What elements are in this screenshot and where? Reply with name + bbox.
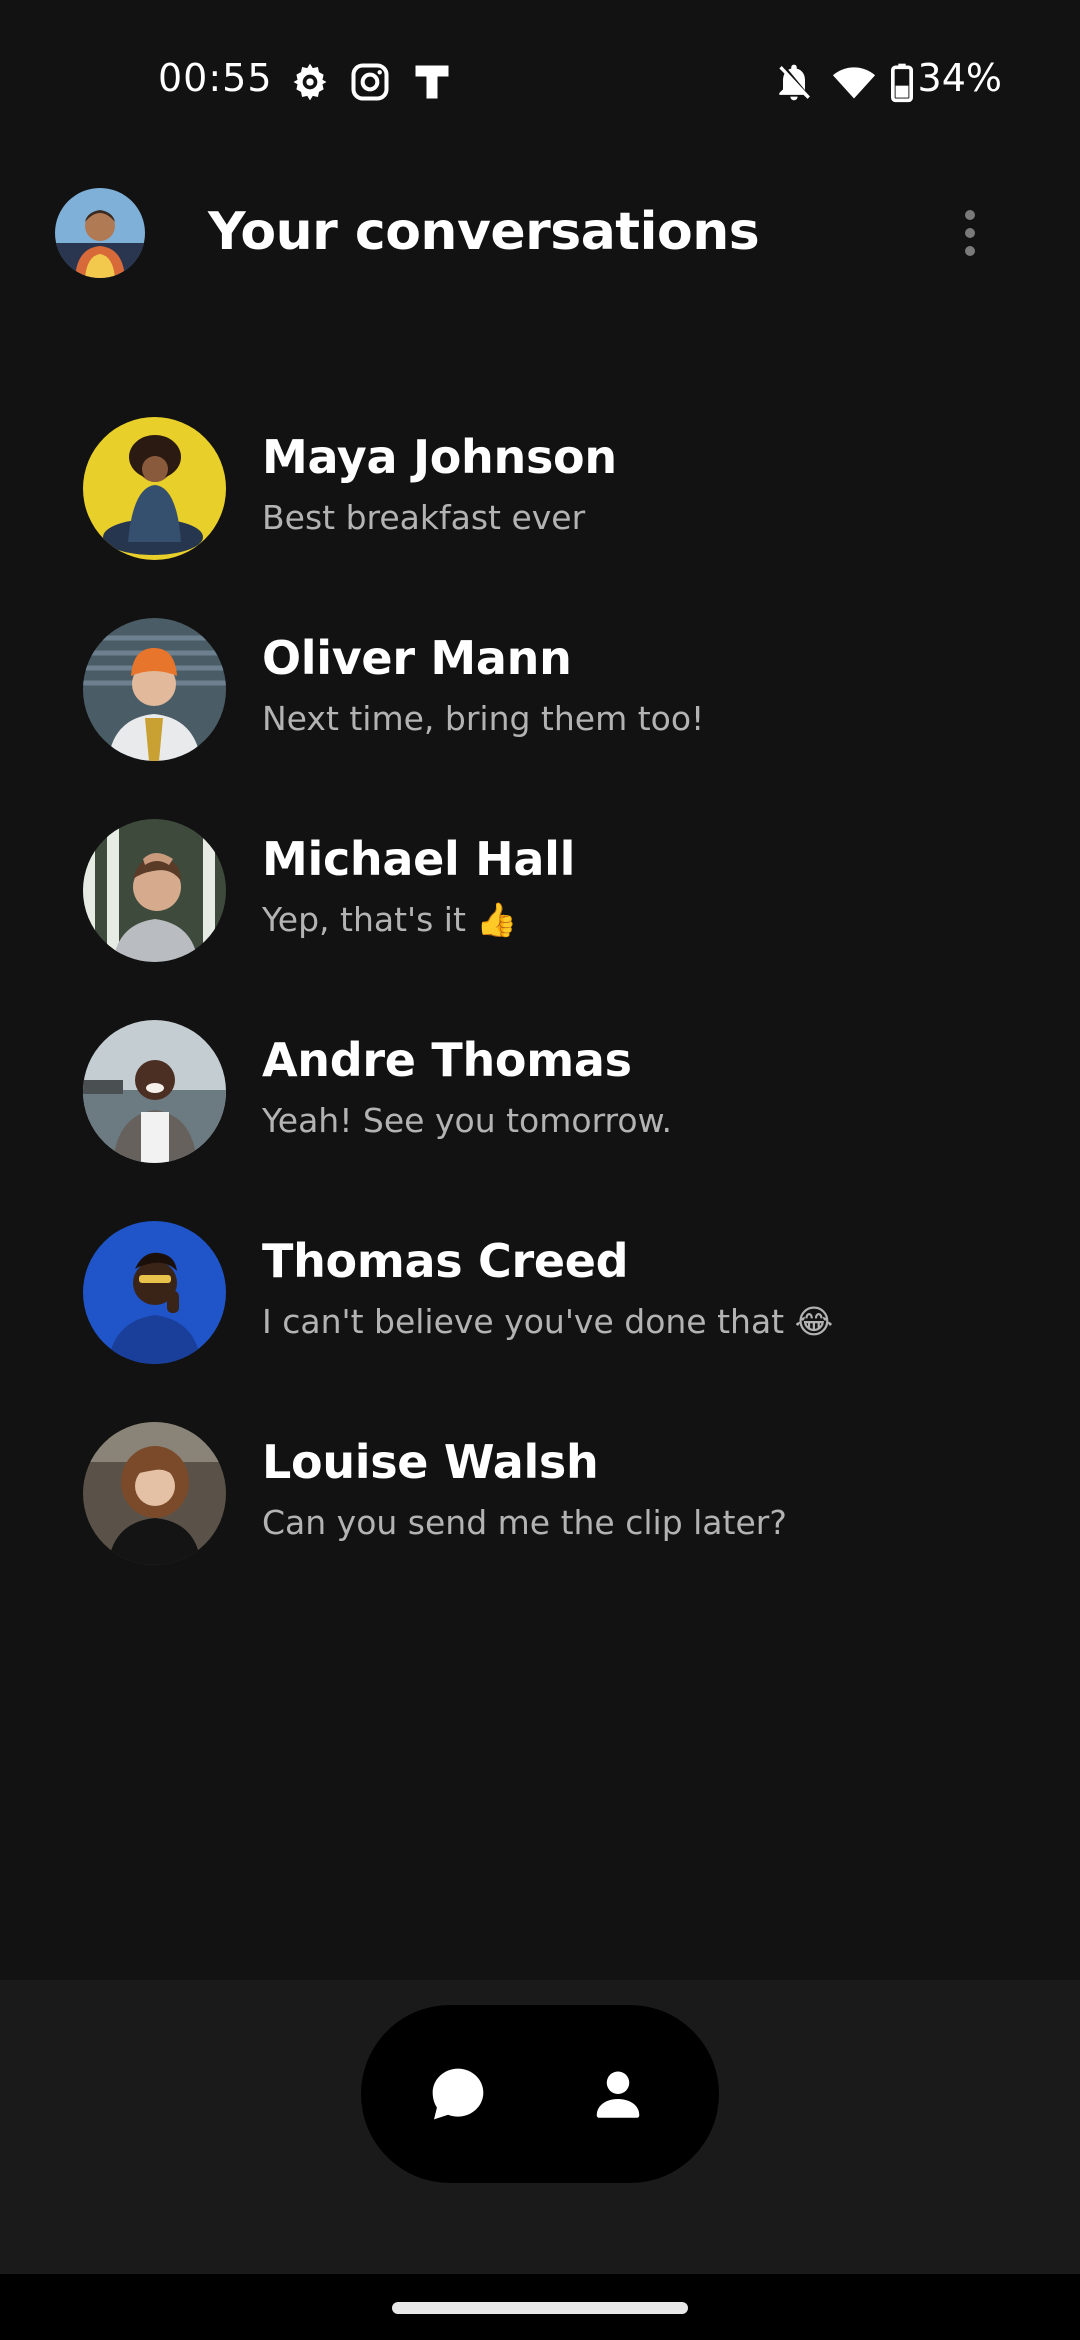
contact-avatar [83,1422,226,1565]
contact-name: Louise Walsh [262,1435,599,1489]
avatar-image [83,417,226,560]
battery-percent: 34% [917,56,1002,100]
contact-avatar [83,1020,226,1163]
page-title: Your conversations [208,202,760,262]
avatar-image [83,1020,226,1163]
status-bar: 00:55 34% [0,0,1080,165]
avatar-image [83,1422,226,1565]
system-gesture-area [0,2274,1080,2340]
home-gesture-handle[interactable] [392,2302,688,2314]
contact-avatar [83,819,226,962]
menu-dot [965,246,975,256]
message-preview: I can't believe you've done that 😂 [262,1302,834,1341]
avatar-image [83,819,226,962]
person-icon [596,2071,640,2118]
status-time: 00:55 [158,56,273,100]
conversation-item[interactable]: Michael Hall Yep, that's it 👍 [0,812,1080,992]
bottom-navigation [361,2005,719,2183]
profile-avatar-image [55,188,145,278]
t-app-icon [415,65,449,99]
wifi-icon [832,67,876,99]
chat-bubble-icon [432,2068,484,2120]
avatar-image [83,1221,226,1364]
message-preview: Next time, bring them too! [262,699,705,738]
chats-tab[interactable] [418,2054,498,2134]
conversation-item[interactable]: Thomas Creed I can't believe you've done… [0,1214,1080,1394]
settings-gear-icon [293,63,327,101]
conversation-item[interactable]: Oliver Mann Next time, bring them too! [0,611,1080,791]
avatar-image [83,618,226,761]
conversation-item[interactable]: Andre Thomas Yeah! See you tomorrow. [0,1013,1080,1193]
contact-avatar [83,1221,226,1364]
notifications-off-icon [779,64,810,101]
profile-avatar[interactable] [55,188,145,278]
message-preview: Yeah! See you tomorrow. [262,1101,673,1140]
contact-name: Oliver Mann [262,631,572,685]
contact-avatar [83,417,226,560]
message-preview: Can you send me the clip later? [262,1503,787,1542]
more-vert-icon[interactable] [950,198,990,268]
contact-avatar [83,618,226,761]
contact-name: Thomas Creed [262,1234,629,1288]
message-preview: Yep, that's it 👍 [262,900,518,939]
conversation-item[interactable]: Maya Johnson Best breakfast ever [0,410,1080,590]
menu-dot [965,228,975,238]
message-preview: Best breakfast ever [262,498,586,537]
contact-name: Andre Thomas [262,1033,632,1087]
instagram-icon [351,63,389,101]
app-header: Your conversations [0,180,1080,290]
conversation-item[interactable]: Louise Walsh Can you send me the clip la… [0,1415,1080,1595]
menu-dot [965,210,975,220]
contact-name: Michael Hall [262,832,576,886]
contact-name: Maya Johnson [262,430,617,484]
profile-tab[interactable] [578,2054,658,2134]
